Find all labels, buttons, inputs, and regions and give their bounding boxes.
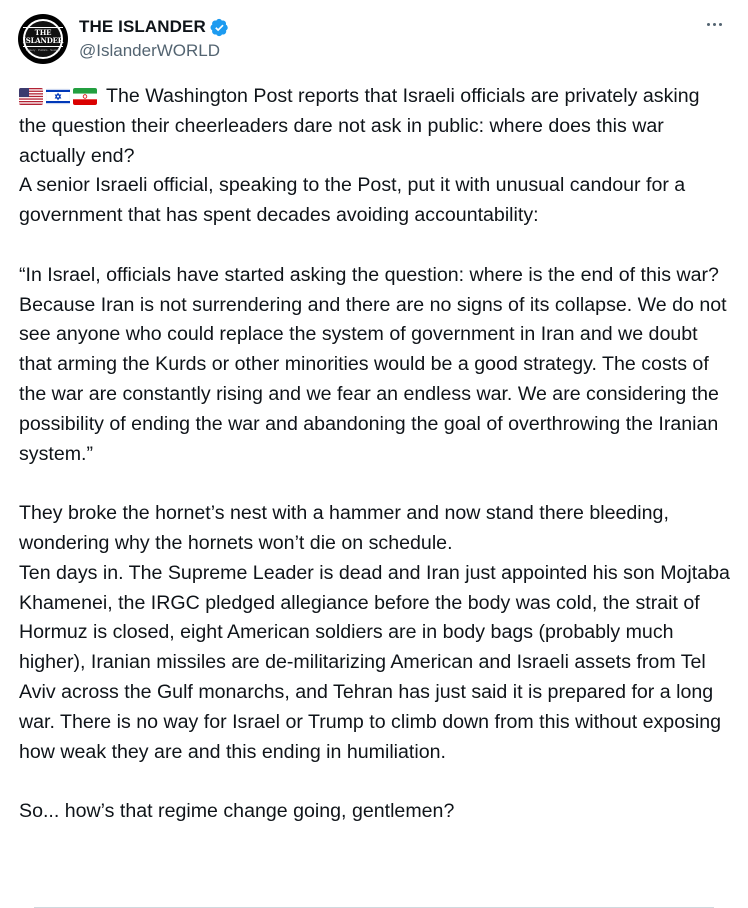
paragraph-1-text: The Washington Post reports that Israeli… xyxy=(19,85,700,167)
us-flag-icon xyxy=(19,88,43,105)
avatar-logo: THE ISLANDER History · Politics · Societ… xyxy=(22,19,64,59)
more-dot xyxy=(718,22,722,26)
paragraph-6: So... how’s that regime change going, ge… xyxy=(19,800,455,823)
avatar-logo-text: THE ISLANDER xyxy=(22,26,64,47)
flag-emojis xyxy=(19,88,100,105)
author-names: THE ISLANDER @IslanderWORLD xyxy=(79,16,229,61)
tweet-text: The Washington Post reports that Israeli… xyxy=(19,82,731,827)
paragraph-4: They broke the hornet’s nest with a hamm… xyxy=(19,502,669,554)
avatar[interactable]: THE ISLANDER History · Politics · Societ… xyxy=(18,14,68,64)
paragraph-5: Ten days in. The Supreme Leader is dead … xyxy=(19,561,730,763)
avatar-logo-subtext: History · Politics · Society xyxy=(25,47,60,52)
handle[interactable]: @IslanderWORLD xyxy=(79,41,229,61)
paragraph-1: The Washington Post reports that Israeli… xyxy=(19,82,731,171)
tweet-header: THE ISLANDER History · Politics · Societ… xyxy=(18,14,730,64)
display-name[interactable]: THE ISLANDER xyxy=(79,17,206,37)
quote-paragraph: “In Israel, officials have started askin… xyxy=(19,263,727,465)
more-options-icon[interactable] xyxy=(702,14,726,34)
verified-badge-icon[interactable] xyxy=(210,18,229,37)
more-dot xyxy=(712,22,716,26)
display-name-row: THE ISLANDER xyxy=(79,16,229,38)
more-dot xyxy=(706,22,710,26)
israel-flag-icon xyxy=(46,88,70,105)
tweet: THE ISLANDER History · Politics · Societ… xyxy=(0,0,748,908)
paragraph-2: A senior Israeli official, speaking to t… xyxy=(19,174,686,227)
iran-flag-icon xyxy=(73,88,97,105)
